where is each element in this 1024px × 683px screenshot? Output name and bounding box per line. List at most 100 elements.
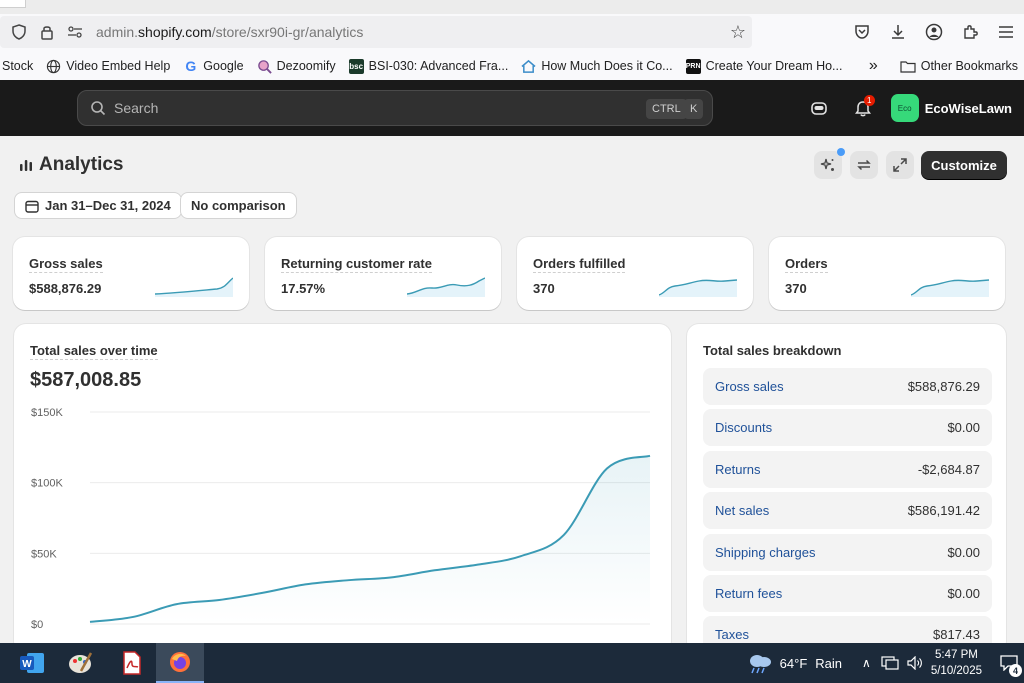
extensions-icon[interactable] (960, 22, 980, 42)
breakdown-row[interactable]: Returns -$2,684.87 (703, 450, 992, 488)
action-center-button[interactable]: 4 (994, 643, 1024, 683)
sparkline-returning-rate (407, 277, 485, 297)
firefox-app-icon[interactable] (156, 643, 204, 683)
breakdown-row[interactable]: Gross sales $588,876.29 (703, 368, 992, 405)
network-icon[interactable] (881, 656, 899, 670)
site-permissions-icon[interactable] (66, 23, 84, 41)
metric-card-returning-customer-rate[interactable]: Returning customer rate 17.57% (265, 237, 501, 310)
bookmark-stock[interactable]: Stock (2, 59, 33, 73)
folder-icon (900, 60, 916, 73)
system-clock[interactable]: 5:47 PM 5/10/2025 (931, 647, 982, 679)
bookmark-label: Stock (2, 59, 34, 73)
store-avatar[interactable]: Eco (890, 94, 919, 122)
paint-app-icon[interactable] (56, 643, 104, 683)
sidekick-icon (810, 102, 827, 115)
breakdown-row-value: $0.00 (947, 586, 980, 601)
breakdown-row[interactable]: Net sales $586,191.42 (703, 492, 992, 530)
insights-dot (837, 148, 845, 156)
notifications-button[interactable]: 1 (847, 92, 879, 124)
sparkline-orders (911, 279, 989, 297)
sparkline-gross-sales (155, 277, 233, 297)
other-bookmarks[interactable]: Other Bookmarks (900, 59, 1018, 73)
comparison-picker[interactable]: No comparison (180, 192, 297, 219)
metric-card-orders[interactable]: Orders 370 (769, 237, 1005, 310)
breakdown-row-name[interactable]: Gross sales (715, 379, 784, 394)
bookmark-how-much[interactable]: How Much Does it Co... (521, 59, 673, 74)
bookmark-create-dream[interactable]: PRN Create Your Dream Ho... (685, 58, 842, 74)
house-icon (521, 59, 536, 74)
total-sales-value: $587,008.85 (30, 369, 142, 391)
bookmark-star-icon[interactable]: ☆ (730, 22, 746, 43)
breakdown-row-name[interactable]: Discounts (715, 420, 772, 435)
chart-area-fill (90, 455, 650, 624)
customize-button[interactable]: Customize (921, 151, 1007, 179)
menu-icon[interactable] (996, 22, 1016, 42)
metric-card-orders-fulfilled[interactable]: Orders fulfilled 370 (517, 237, 753, 310)
more-bookmarks-chevron-icon[interactable]: » (869, 57, 878, 75)
bookmark-bsi[interactable]: bsc BSI-030: Advanced Fra... (348, 58, 509, 74)
globe-icon (46, 59, 61, 74)
breakdown-row-value: -$2,684.87 (917, 461, 980, 477)
metric-value: 370 (785, 281, 807, 296)
lock-icon[interactable] (38, 23, 56, 41)
google-icon: G (185, 58, 197, 74)
dezoomify-icon (257, 59, 272, 74)
total-sales-over-time-card: $150K $100K $50K $0 Total sales over time $… (14, 324, 671, 654)
weather-temp[interactable]: 64°F (780, 656, 808, 671)
metric-card-gross-sales[interactable]: Gross sales $588,876.29 (13, 237, 249, 310)
show-hidden-icons-chevron-icon[interactable]: ∧ (862, 656, 871, 670)
fullscreen-button[interactable] (886, 151, 914, 179)
breakdown-row-value: $817.43 (933, 627, 980, 643)
page-title-text: Analytics (39, 154, 124, 175)
url-domain: shopify.com (138, 24, 212, 40)
insights-button[interactable] (814, 148, 845, 179)
expand-icon (893, 158, 907, 172)
breakdown-row-name[interactable]: Net sales (715, 503, 769, 518)
bookmark-dezoomify[interactable]: Dezoomify (257, 59, 336, 74)
url-text[interactable]: admin.shopify.com/store/sxr90i-gr/analyt… (96, 24, 363, 40)
shield-icon[interactable] (10, 23, 28, 41)
account-icon[interactable] (924, 22, 944, 42)
bookmark-label: Video Embed Help (66, 59, 171, 73)
bookmark-label: BSI-030: Advanced Fra... (368, 59, 509, 73)
breakdown-row[interactable]: Discounts $0.00 (703, 409, 992, 447)
pdf-app-icon[interactable] (108, 643, 156, 683)
rain-cloud-icon (749, 655, 771, 674)
download-icon[interactable] (888, 22, 908, 42)
bsc-icon: bsc (348, 58, 364, 74)
breakdown-row-value: $586,191.42 (907, 503, 980, 519)
refresh-button[interactable] (850, 151, 878, 179)
bookmark-google[interactable]: G Google (183, 58, 243, 74)
date-range-picker[interactable]: Jan 31–Dec 31, 2024 (14, 192, 182, 219)
breakdown-row-value: $0.00 (947, 420, 980, 436)
search-input[interactable]: Search CTRL K (77, 90, 713, 126)
address-bar[interactable]: admin.shopify.com/store/sxr90i-gr/analyt… (0, 16, 752, 48)
bookmark-label: Dezoomify (276, 59, 336, 73)
notification-count-badge: 4 (1009, 664, 1022, 677)
breakdown-row-name[interactable]: Return fees (715, 586, 782, 601)
clock-date: 5/10/2025 (930, 665, 982, 677)
bookmark-video-embed-help[interactable]: Video Embed Help (46, 59, 170, 74)
breakdown-row-name[interactable]: Shipping charges (715, 545, 815, 560)
breakdown-row-name[interactable]: Returns (715, 462, 761, 477)
admin-topbar: Search CTRL K 1 Eco EcoWiseLawn (0, 80, 1024, 136)
metric-value: $588,876.29 (29, 281, 102, 296)
breakdown-row-value: $0.00 (947, 544, 980, 560)
breakdown-row-name[interactable]: Taxes (715, 627, 749, 642)
breakdown-row[interactable]: Return fees $0.00 (703, 575, 992, 612)
store-name[interactable]: EcoWiseLawn (925, 101, 1012, 116)
word-app-icon[interactable]: W (8, 643, 56, 683)
weather-text[interactable]: Rain (815, 656, 842, 671)
breakdown-row[interactable]: Shipping charges $0.00 (703, 533, 992, 571)
analytics-icon (20, 160, 32, 171)
breakdown-row-value: $588,876.29 (907, 379, 980, 394)
total-sales-breakdown-card: Total sales breakdown Gross sales $588,87… (687, 324, 1006, 654)
shortcut-k-key: K (684, 99, 704, 119)
sidekick-button[interactable] (803, 92, 835, 124)
metric-label: Orders fulfilled (533, 256, 626, 273)
search-placeholder: Search (114, 100, 159, 116)
browser-tab[interactable] (0, 0, 26, 8)
volume-icon[interactable] (907, 656, 923, 670)
bookmark-label: How Much Does it Co... (541, 59, 673, 73)
pocket-icon[interactable] (852, 22, 872, 42)
